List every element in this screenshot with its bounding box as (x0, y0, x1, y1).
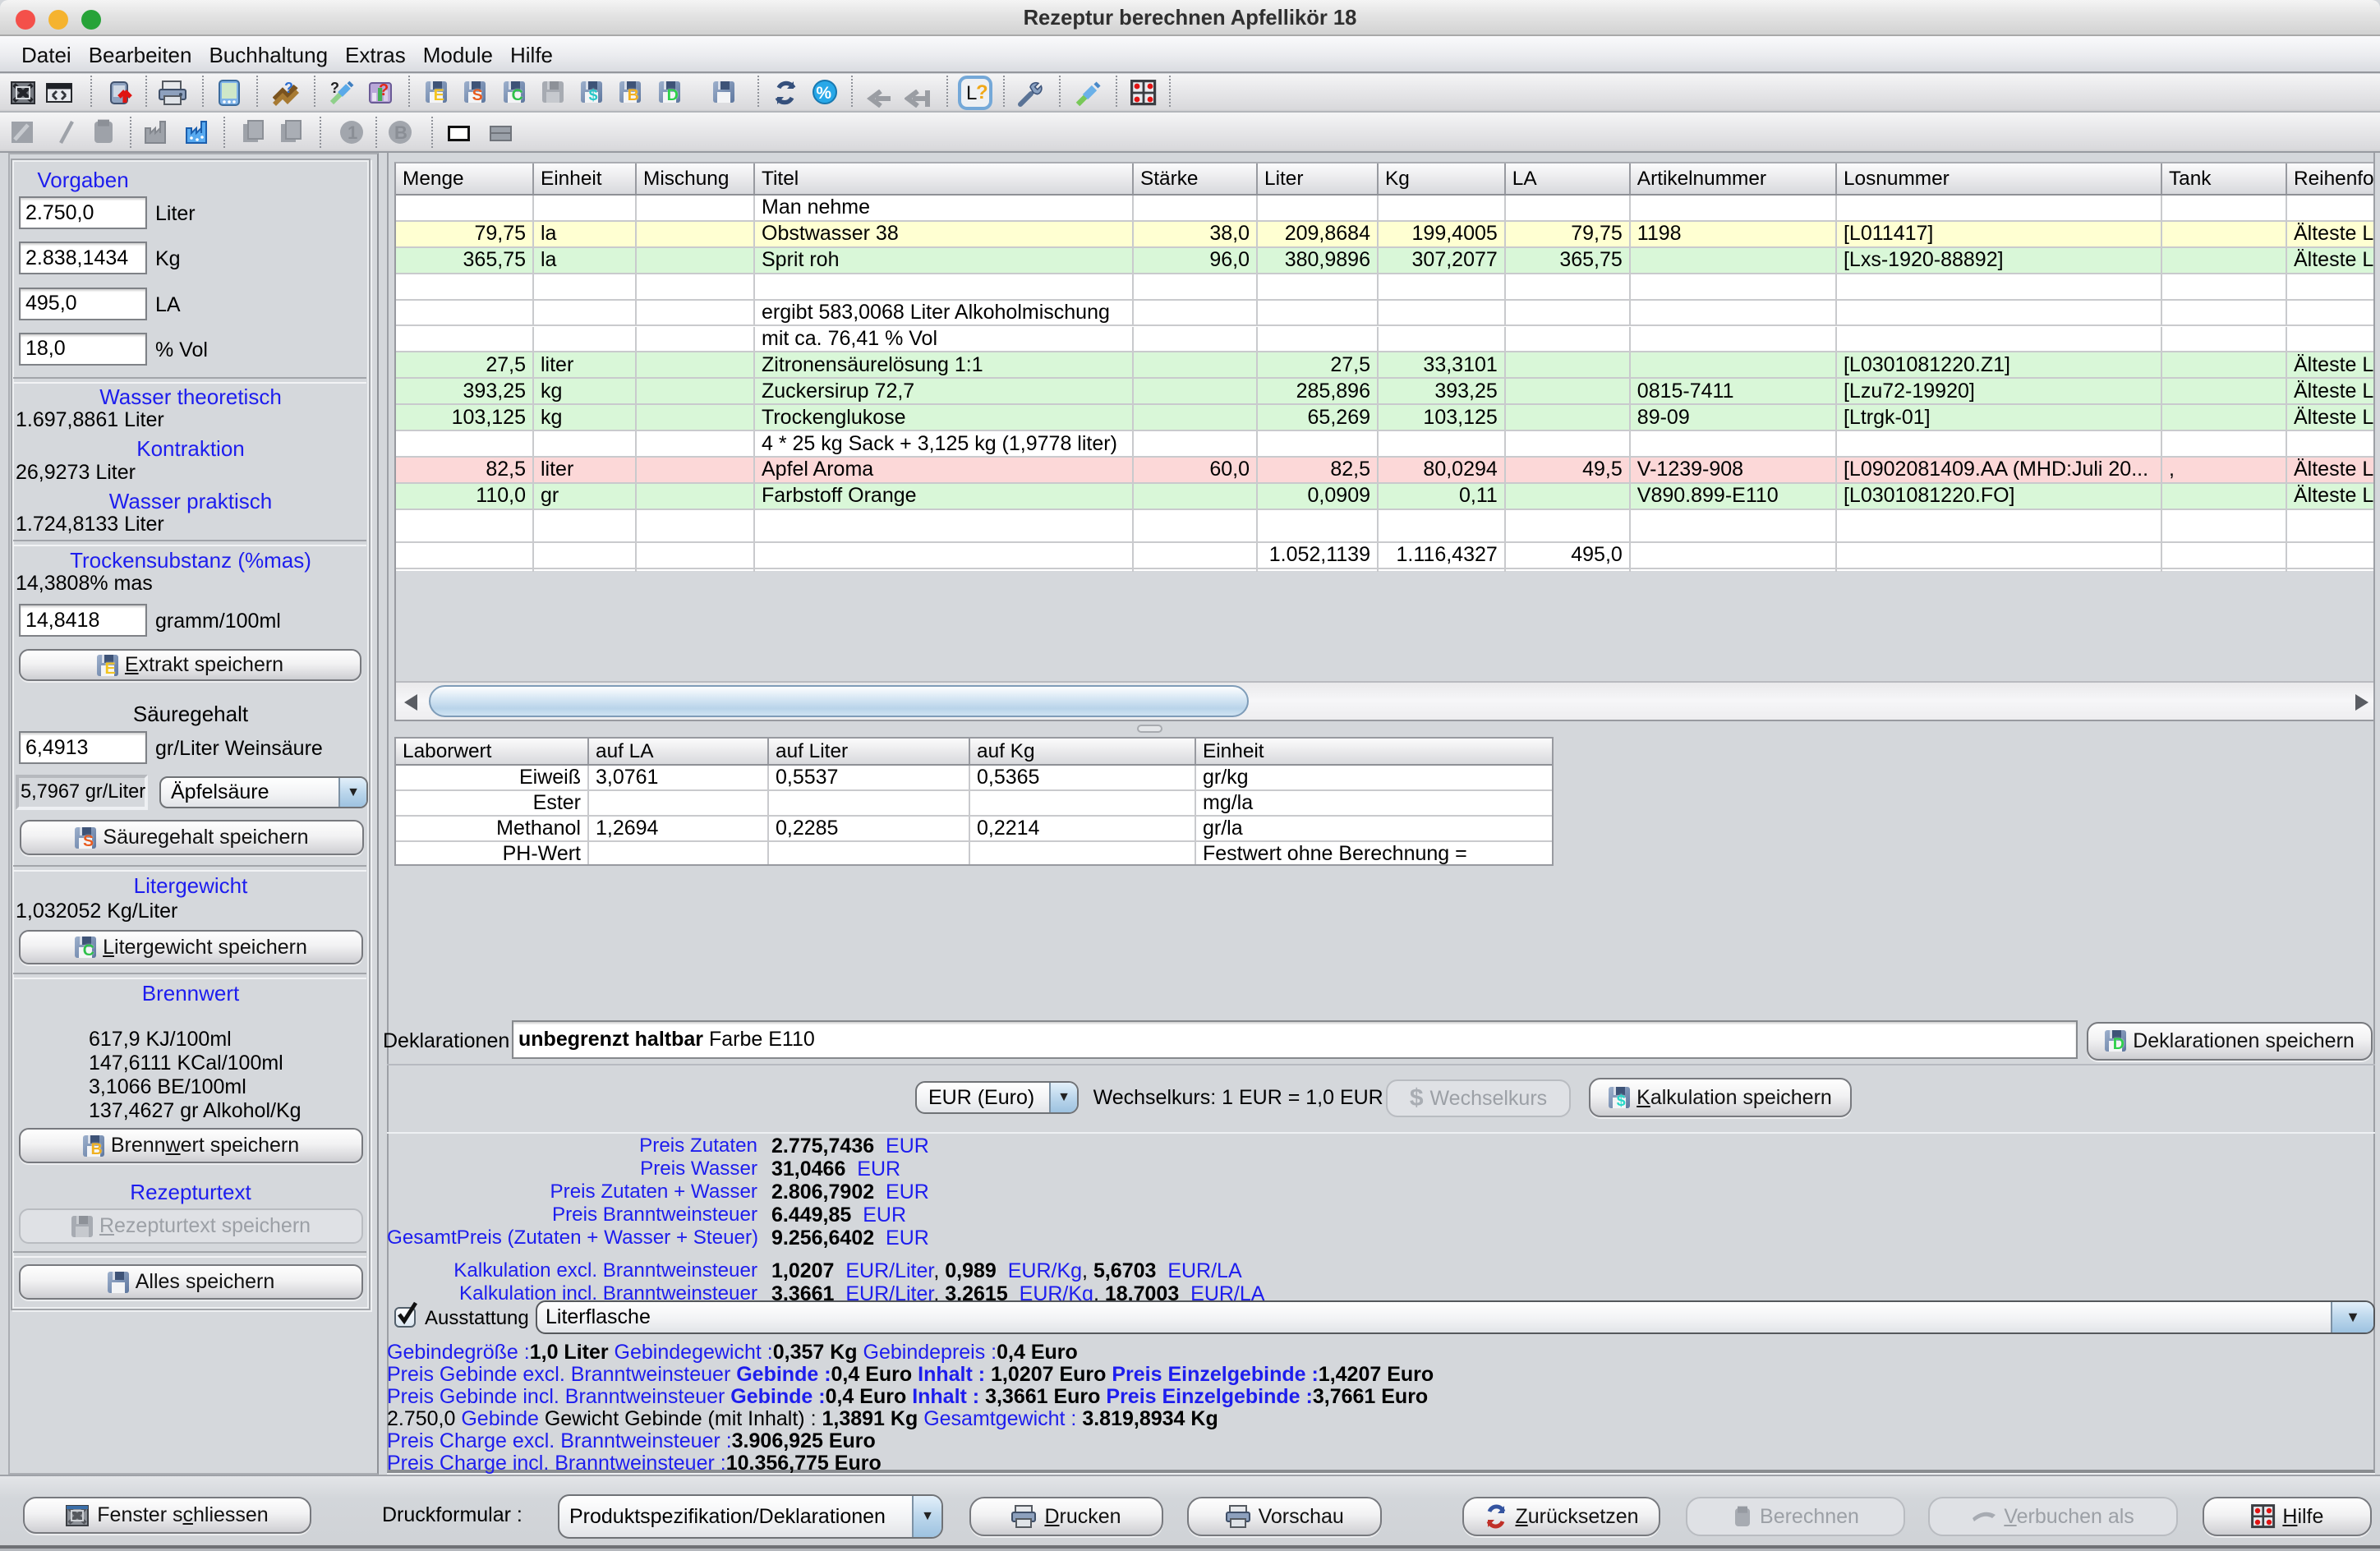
svg-text:B: B (394, 122, 407, 143)
svg-text:?: ? (330, 80, 339, 96)
svg-text:?: ? (379, 81, 389, 99)
svg-text:?: ? (284, 80, 293, 96)
svg-text:%: % (816, 84, 831, 103)
svg-text:1: 1 (348, 122, 357, 143)
